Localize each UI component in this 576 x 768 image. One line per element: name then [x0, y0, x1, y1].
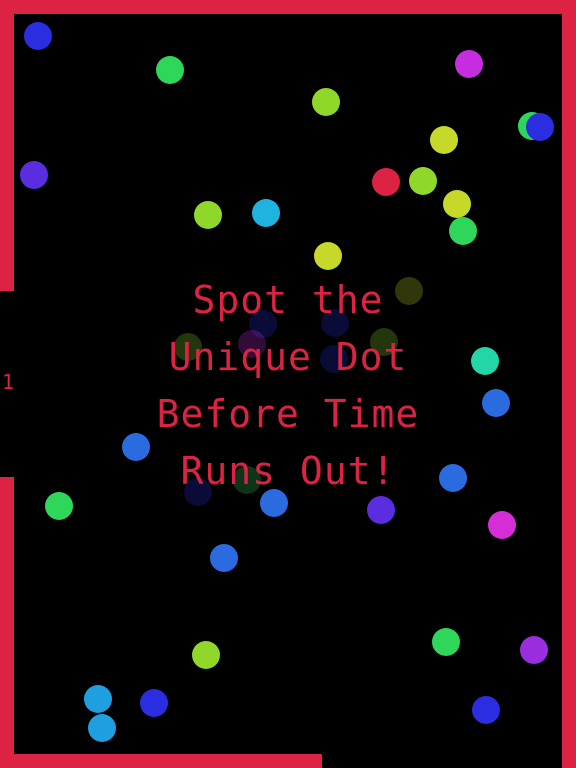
top-border-wall — [0, 0, 576, 14]
dot[interactable] — [252, 199, 280, 227]
message-line-3: Before Time — [156, 392, 420, 436]
dot[interactable] — [455, 50, 483, 78]
message-line-4: Runs Out! — [180, 449, 396, 493]
dot[interactable] — [526, 113, 554, 141]
dot[interactable] — [140, 689, 168, 717]
message-line-2: Unique Dot — [168, 335, 408, 379]
dot[interactable] — [314, 242, 342, 270]
dot[interactable] — [520, 636, 548, 664]
instruction-message: Spot the Unique Dot Before Time Runs Out… — [100, 272, 476, 500]
right-border-wall — [562, 0, 576, 768]
dot[interactable] — [409, 167, 437, 195]
dot[interactable] — [372, 168, 400, 196]
dot[interactable] — [210, 544, 238, 572]
dot[interactable] — [482, 389, 510, 417]
left-border-wall-upper — [0, 0, 14, 291]
bottom-border-wall — [0, 754, 322, 768]
dot[interactable] — [449, 217, 477, 245]
dot[interactable] — [20, 161, 48, 189]
dot[interactable] — [84, 685, 112, 713]
dot[interactable] — [45, 492, 73, 520]
dot[interactable] — [156, 56, 184, 84]
dot[interactable] — [432, 628, 460, 656]
dot[interactable] — [430, 126, 458, 154]
level-indicator: 1 — [2, 370, 15, 394]
dot[interactable] — [367, 496, 395, 524]
dot[interactable] — [192, 641, 220, 669]
dot[interactable] — [443, 190, 471, 218]
dot[interactable] — [24, 22, 52, 50]
dot[interactable] — [312, 88, 340, 116]
dot[interactable] — [194, 201, 222, 229]
dot[interactable] — [472, 696, 500, 724]
message-line-1: Spot the — [192, 278, 384, 322]
left-border-wall-lower — [0, 477, 14, 768]
dot[interactable] — [88, 714, 116, 742]
dot[interactable] — [488, 511, 516, 539]
